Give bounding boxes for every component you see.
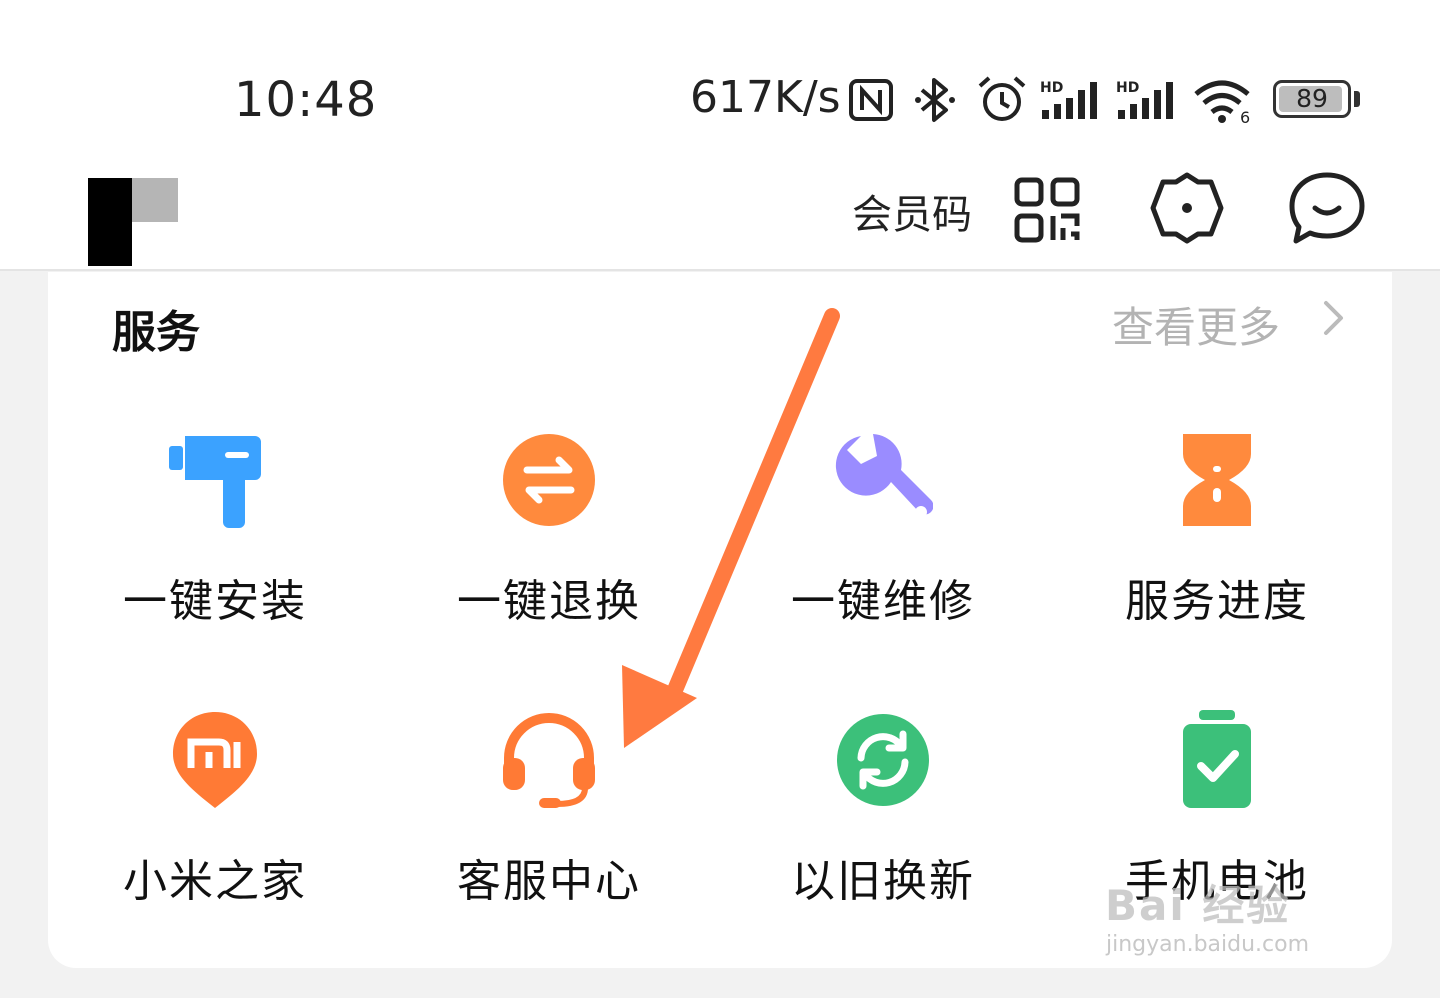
signal-icon	[1118, 82, 1173, 119]
headset-icon	[503, 713, 595, 808]
service-label: 小米之家	[123, 856, 307, 907]
wrench-icon	[835, 434, 933, 518]
status-time: 10:48	[234, 72, 378, 128]
top-bar-background	[0, 0, 1440, 270]
battery-check-icon	[1183, 710, 1251, 808]
service-label: 一键退换	[457, 576, 641, 627]
service-label: 以旧换新	[791, 856, 975, 907]
battery-percentage: 89	[1296, 84, 1328, 113]
services-title: 服务	[112, 307, 200, 358]
divider	[0, 269, 1440, 271]
hourglass-icon	[1183, 434, 1251, 526]
wifi-icon: 6	[1194, 80, 1250, 124]
network-speed: 617K/s	[690, 72, 841, 123]
message-icon[interactable]	[1288, 170, 1366, 246]
refresh-icon	[837, 714, 929, 806]
service-label: 服务进度	[1125, 576, 1309, 627]
bluetooth-icon	[915, 78, 955, 122]
nfc-icon	[849, 79, 893, 121]
view-more-link[interactable]: 查看更多	[1112, 294, 1280, 355]
avatar[interactable]	[88, 178, 178, 268]
qr-code-icon[interactable]	[1013, 176, 1083, 244]
battery-icon: 89	[1273, 80, 1351, 118]
exchange-icon	[503, 434, 595, 526]
watermark-url: jingyan.baidu.com	[1106, 932, 1310, 957]
signal-icon	[1042, 82, 1097, 119]
watermark: Bai 经验	[1105, 881, 1291, 930]
alarm-icon	[978, 76, 1026, 121]
member-code-label[interactable]: 会员码	[852, 182, 972, 240]
service-label: 一键安装	[123, 576, 307, 627]
services-card: 服务 查看更多 一键安装 一键退换 一键维修 服务进度 小米之家 客服中心 以旧…	[48, 272, 1392, 968]
drill-icon	[169, 436, 261, 528]
service-label: 一键维修	[791, 576, 975, 627]
settings-icon[interactable]	[1150, 170, 1224, 246]
svg-text:6: 6	[1240, 108, 1250, 124]
mi-location-icon	[173, 712, 257, 808]
battery-tip	[1354, 91, 1360, 107]
chevron-right-icon[interactable]	[1318, 298, 1348, 338]
service-label: 客服中心	[457, 856, 641, 907]
